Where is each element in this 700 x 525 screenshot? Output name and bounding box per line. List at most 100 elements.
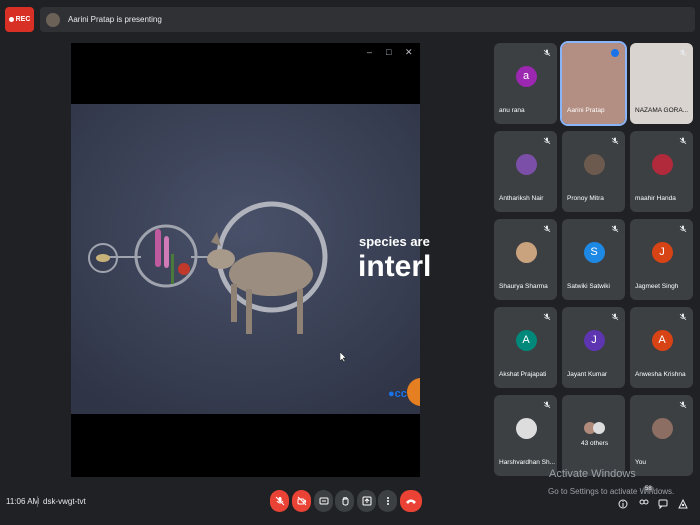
presenter-avatar bbox=[46, 12, 60, 27]
recording-badge[interactable]: REC bbox=[5, 7, 34, 32]
present-button[interactable] bbox=[357, 490, 376, 512]
participant-tile[interactable]: A Akshat Prajapati bbox=[494, 307, 557, 388]
participant-name: maahir Handa bbox=[635, 195, 676, 202]
participant-name: anu rana bbox=[499, 107, 525, 114]
close-icon[interactable]: ✕ bbox=[405, 47, 413, 58]
minimize-icon[interactable]: – bbox=[367, 47, 372, 57]
people-count-badge: 58 bbox=[643, 486, 654, 492]
participant-avatar bbox=[515, 417, 537, 439]
mic-muted-icon bbox=[679, 49, 687, 57]
meeting-details-button[interactable] bbox=[618, 496, 628, 509]
participant-name: You bbox=[635, 459, 646, 466]
participant-name: Jagmeet Singh bbox=[635, 283, 679, 290]
mic-muted-icon bbox=[543, 401, 551, 409]
participant-avatar: a bbox=[515, 65, 537, 87]
more-vert-icon bbox=[386, 497, 389, 505]
activities-button[interactable] bbox=[678, 496, 688, 509]
participant-avatar: J bbox=[651, 241, 673, 263]
participant-avatar: A bbox=[515, 329, 537, 351]
participant-name: 43 others bbox=[581, 440, 609, 447]
record-dot-icon bbox=[8, 17, 14, 22]
meeting-code: dsk-vwgt-tvt bbox=[43, 497, 86, 506]
leave-call-button[interactable] bbox=[400, 490, 422, 512]
participant-avatar bbox=[515, 241, 537, 263]
participant-avatar: J bbox=[583, 329, 605, 351]
participant-tile[interactable]: Anthariksh Nair bbox=[494, 131, 557, 212]
camera-off-icon bbox=[297, 496, 306, 506]
participant-tile[interactable]: Pronoy Mitra bbox=[562, 131, 625, 212]
participant-name: Jayant Kumar bbox=[567, 371, 608, 378]
people-icon bbox=[639, 499, 649, 505]
captions-icon bbox=[319, 497, 328, 505]
slide-logo-dot-icon: ● bbox=[388, 388, 395, 400]
participant-avatar bbox=[651, 153, 673, 175]
more-options-button[interactable] bbox=[378, 490, 397, 512]
slide-logo: ●cc bbox=[388, 388, 407, 400]
chat-icon bbox=[658, 499, 668, 510]
people-button[interactable] bbox=[638, 494, 650, 506]
present-icon bbox=[362, 496, 371, 506]
participant-tile[interactable]: Aarini Pratap bbox=[560, 41, 627, 126]
participant-avatar bbox=[583, 418, 605, 439]
participant-name: Anthariksh Nair bbox=[499, 195, 544, 202]
mic-muted-icon bbox=[543, 137, 551, 145]
participant-avatar: S bbox=[583, 241, 605, 263]
participant-name: Aarini Pratap bbox=[567, 107, 605, 114]
divider bbox=[37, 496, 38, 507]
participant-tile[interactable]: J Jagmeet Singh bbox=[630, 219, 693, 300]
participant-tile[interactable]: S Satwiki Satwiki bbox=[562, 219, 625, 300]
hang-up-icon bbox=[406, 499, 416, 504]
participant-tile[interactable]: maahir Handa bbox=[630, 131, 693, 212]
mic-muted-icon bbox=[543, 225, 551, 233]
activate-windows-title: Activate Windows bbox=[549, 468, 636, 480]
mic-muted-icon bbox=[611, 313, 619, 321]
participant-name: NAZAMA GORA... bbox=[635, 107, 689, 114]
participant-tile[interactable]: 43 others bbox=[562, 395, 625, 476]
mic-muted-icon bbox=[543, 313, 551, 321]
mic-muted-icon bbox=[679, 137, 687, 145]
mic-muted-icon bbox=[611, 225, 619, 233]
mic-muted-icon bbox=[679, 401, 687, 409]
raise-hand-button[interactable] bbox=[335, 490, 354, 512]
participant-tile[interactable]: NAZAMA GORA... bbox=[630, 43, 693, 124]
mouse-cursor-icon bbox=[339, 349, 347, 363]
participant-tile[interactable]: A Anwesha Krishna bbox=[630, 307, 693, 388]
activate-windows-subtitle: Go to Settings to activate Windows. bbox=[548, 487, 675, 496]
participant-name: Satwiki Satwiki bbox=[567, 283, 610, 290]
mic-muted-icon bbox=[611, 137, 619, 145]
speaking-indicator-icon bbox=[611, 49, 619, 57]
slide-text-line2: interl bbox=[358, 250, 432, 283]
participant-name: Harshvardhan Sh... bbox=[499, 459, 556, 466]
participant-tile[interactable]: Harshvardhan Sh... bbox=[494, 395, 557, 476]
participant-tile[interactable]: You bbox=[630, 395, 693, 476]
slide-text-line1: species are bbox=[359, 234, 430, 249]
mic-muted-icon bbox=[679, 225, 687, 233]
rec-label: REC bbox=[15, 16, 31, 23]
participant-avatar: A bbox=[651, 329, 673, 351]
mic-off-icon bbox=[275, 496, 284, 506]
mic-muted-icon bbox=[543, 49, 551, 57]
info-icon bbox=[618, 499, 628, 509]
clock-time: 11:06 AM bbox=[6, 497, 40, 506]
presenting-text: Aarini Pratap is presenting bbox=[68, 15, 162, 24]
activities-icon bbox=[678, 498, 688, 509]
slide-logo-text: cc bbox=[394, 388, 407, 400]
mic-toggle-button[interactable] bbox=[270, 490, 289, 512]
participant-avatar bbox=[651, 417, 673, 439]
participant-name: Akshat Prajapati bbox=[499, 371, 547, 378]
participant-name: Shaurya Sharma bbox=[499, 283, 548, 290]
participant-tile[interactable]: a anu rana bbox=[494, 43, 557, 124]
camera-toggle-button[interactable] bbox=[292, 490, 311, 512]
participant-name: Pronoy Mitra bbox=[567, 195, 604, 202]
participant-avatar bbox=[583, 153, 605, 175]
chat-button[interactable] bbox=[658, 496, 668, 510]
hand-icon bbox=[342, 497, 348, 506]
participant-name: Anwesha Krishna bbox=[635, 371, 686, 378]
participant-avatar bbox=[515, 153, 537, 175]
captions-button[interactable] bbox=[314, 490, 333, 512]
maximize-icon[interactable]: □ bbox=[386, 47, 391, 57]
participant-tile[interactable]: J Jayant Kumar bbox=[562, 307, 625, 388]
mic-muted-icon bbox=[679, 313, 687, 321]
presenting-banner: Aarini Pratap is presenting bbox=[40, 7, 695, 32]
participant-tile[interactable]: Shaurya Sharma bbox=[494, 219, 557, 300]
